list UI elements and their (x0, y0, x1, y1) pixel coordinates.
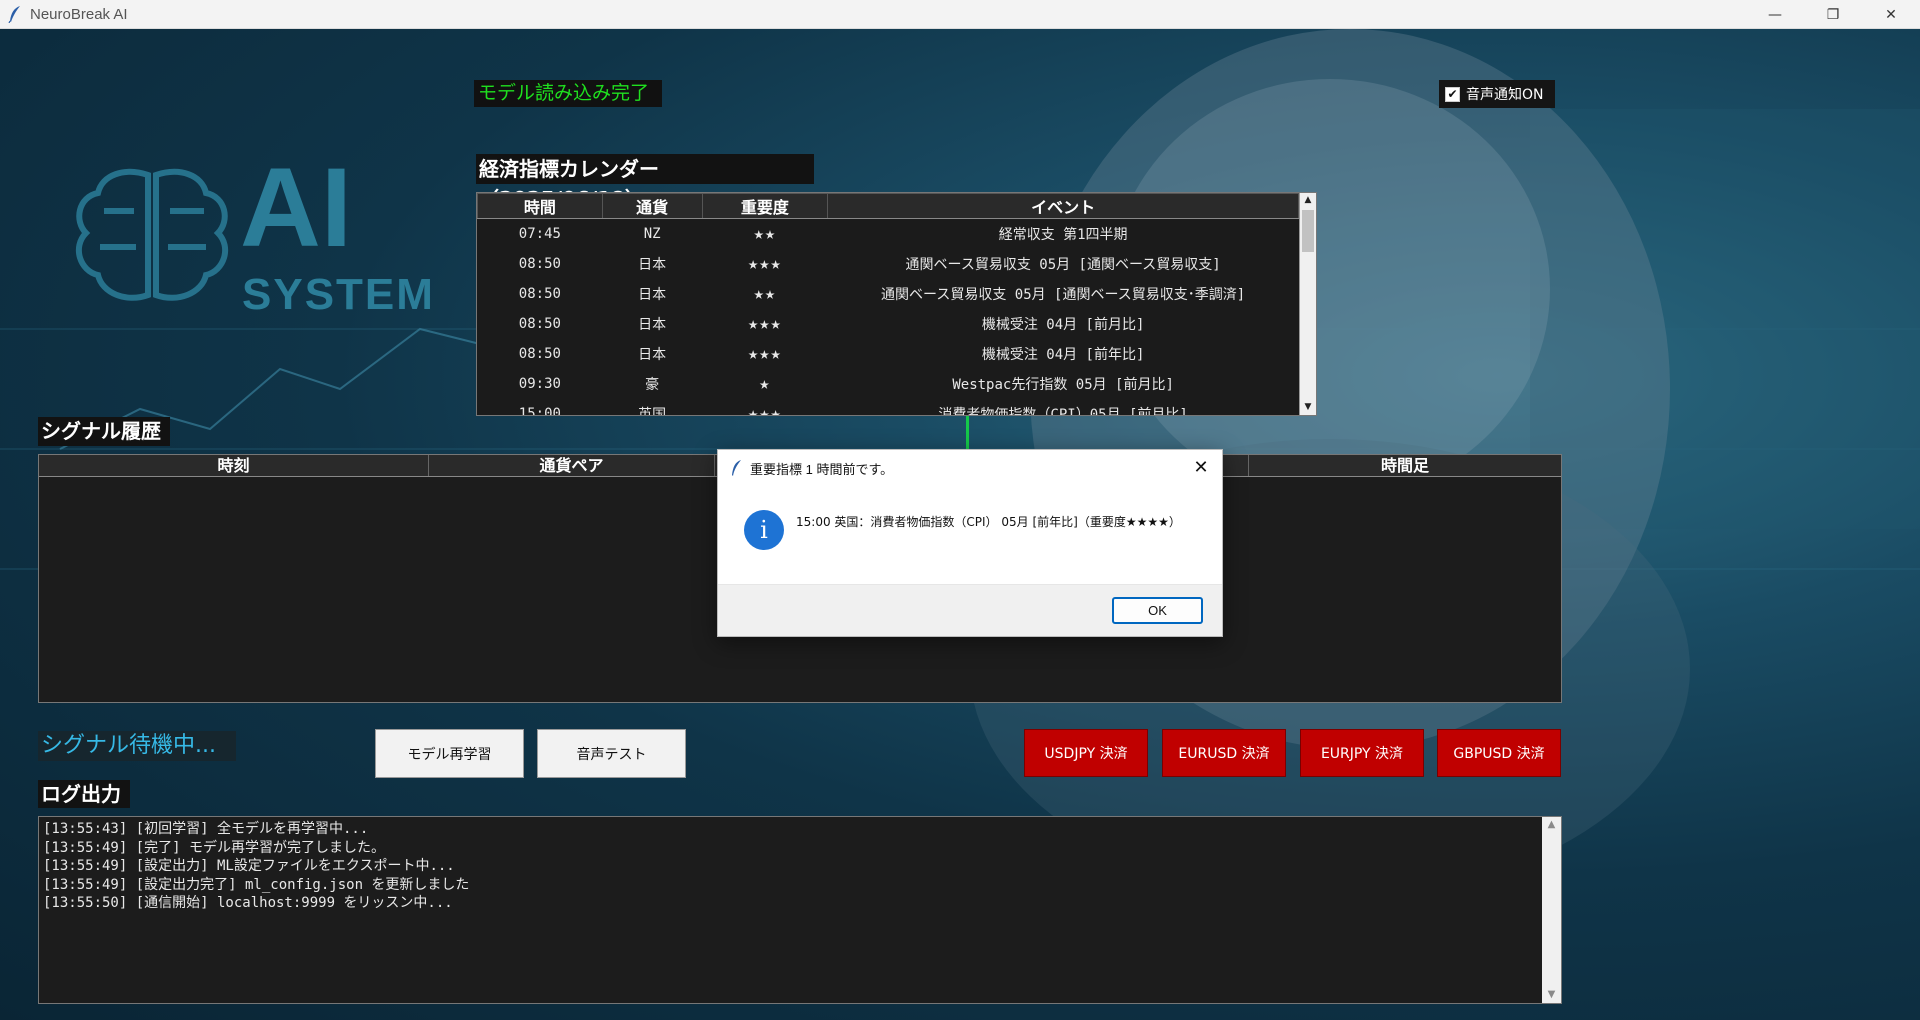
minimize-button[interactable]: — (1746, 0, 1804, 29)
cell-currency: 日本 (638, 316, 667, 333)
cell-event: 通関ベース貿易収支 05月 [通関ベース貿易収支] (905, 256, 1221, 273)
dialog-title-bar[interactable]: 重要指標 1 時間前です。 ✕ (718, 450, 1222, 486)
dialog-message: 15:00 英国：消費者物価指数（CPI） 05月 [前年比]（重要度★★★★） (796, 515, 1181, 529)
cell-importance: ★★★ (748, 403, 782, 416)
eurusd-settle-button[interactable]: EURUSD 決済 (1162, 729, 1286, 777)
calendar-row[interactable]: 09:30 豪 ★ Westpac先行指数 05月 [前月比] (478, 369, 1299, 399)
eurjpy-settle-button[interactable]: EURJPY 決済 (1300, 729, 1424, 777)
alert-dialog: 重要指標 1 時間前です。 ✕ i 15:00 英国：消費者物価指数（CPI） … (717, 449, 1223, 637)
cell-event: 機械受注 04月 [前月比] (981, 316, 1145, 333)
log-line: [13:55:50] [通信開始] localhost:9999 をリッスン中.… (43, 895, 453, 911)
window-title: NeuroBreak AI (30, 5, 128, 23)
cell-event: Westpac先行指数 05月 [前月比] (952, 376, 1174, 393)
log-line: [13:55:49] [完了] モデル再学習が完了しました。 (43, 839, 386, 856)
cell-importance: ★★★ (748, 343, 782, 364)
calendar-row[interactable]: 08:50 日本 ★★ 通関ベース貿易収支 05月 [通関ベース貿易収支･季調済] (478, 279, 1299, 309)
voice-notification-checkbox[interactable]: ✔ 音声通知ON (1439, 80, 1555, 108)
calendar-table: 時間 通貨 重要度 イベント 07:45 NZ ★★ 経常収支 第1四半期 08:50 日… (476, 192, 1317, 416)
cell-currency: 豪 (645, 376, 660, 393)
title-bar: NeuroBreak AI — ❐ ✕ (0, 0, 1920, 29)
signal-history-title: シグナル履歴 (38, 417, 170, 446)
log-scrollbar[interactable]: ▲ ▼ (1542, 817, 1561, 1003)
logo-system-text: SYSTEM (242, 270, 435, 319)
cell-currency: 日本 (638, 256, 667, 273)
scroll-up-icon[interactable]: ▲ (1300, 193, 1316, 208)
gbpusd-settle-button[interactable]: GBPUSD 決済 (1437, 729, 1561, 777)
feather-icon (8, 6, 20, 23)
cell-currency: 日本 (638, 346, 667, 363)
scroll-up-icon[interactable]: ▲ (1542, 817, 1561, 833)
connector-line (966, 416, 969, 450)
cell-importance: ★ (759, 373, 771, 394)
cell-time: 15:00 (518, 405, 561, 416)
col-event[interactable]: イベント (827, 193, 1299, 219)
logo-ai-text: AI (240, 145, 352, 270)
log-line: [13:55:43] [初回学習] 全モデルを再学習中... (43, 821, 369, 837)
cell-importance: ★★★ (748, 313, 782, 334)
cell-importance: ★★ (753, 283, 777, 304)
retrain-model-button[interactable]: モデル再学習 (375, 729, 524, 778)
col-signal-timeframe[interactable]: 時間足 (1249, 455, 1561, 476)
scroll-down-icon[interactable]: ▼ (1542, 987, 1561, 1003)
log-output-box[interactable]: [13:55:43] [初回学習] 全モデルを再学習中... [13:55:49]… (38, 816, 1562, 1004)
maximize-button[interactable]: ❐ (1804, 0, 1862, 29)
usdjpy-settle-button[interactable]: USDJPY 決済 (1024, 729, 1148, 777)
cell-event: 消費者物価指数（CPI）05月 [前月比] (938, 406, 1188, 416)
log-line: [13:55:49] [設定出力] ML設定ファイルをエクスポート中... (43, 858, 455, 874)
cell-currency: 日本 (638, 286, 667, 303)
cell-time: 08:50 (518, 255, 561, 272)
feather-icon (732, 460, 741, 476)
col-importance[interactable]: 重要度 (701, 193, 829, 219)
ok-button[interactable]: OK (1112, 597, 1203, 624)
brain-icon (75, 168, 229, 301)
cell-time: 09:30 (518, 375, 561, 392)
log-line: [13:55:49] [設定出力完了] ml_config.json を更新しま… (43, 876, 470, 893)
col-signal-pair[interactable]: 通貨ペア (429, 455, 715, 476)
log-output-title: ログ出力 (38, 780, 130, 808)
dialog-title: 重要指標 1 時間前です。 (750, 461, 894, 477)
calendar-row[interactable]: 07:45 NZ ★★ 経常収支 第1四半期 (478, 219, 1299, 249)
calendar-row[interactable]: 08:50 日本 ★★★ 機械受注 04月 [前年比] (478, 339, 1299, 369)
cell-time: 08:50 (518, 315, 561, 332)
cell-currency: NZ (643, 225, 661, 242)
col-time[interactable]: 時間 (477, 193, 603, 219)
col-signal-time[interactable]: 時刻 (39, 455, 429, 476)
col-currency[interactable]: 通貨 (601, 193, 703, 219)
cell-event: 通関ベース貿易収支 05月 [通関ベース貿易収支･季調済] (881, 286, 1246, 303)
calendar-row[interactable]: 08:50 日本 ★★★ 通関ベース貿易収支 05月 [通関ベース貿易収支] (478, 249, 1299, 279)
info-icon: i (744, 510, 784, 550)
scroll-thumb[interactable] (1302, 210, 1314, 252)
cell-time: 07:45 (518, 225, 561, 242)
close-button[interactable]: ✕ (1862, 0, 1920, 29)
calendar-title: 経済指標カレンダー（2025/06/18） (476, 154, 814, 211)
cell-event: 機械受注 04月 [前年比] (981, 346, 1145, 363)
cell-time: 08:50 (518, 285, 561, 302)
model-status-label: モデル読み込み完了 (474, 80, 662, 107)
voice-test-button[interactable]: 音声テスト (537, 729, 686, 778)
cell-importance: ★★ (753, 223, 777, 244)
calendar-scrollbar[interactable]: ▲ ▼ (1299, 193, 1316, 415)
cell-event: 経常収支 第1四半期 (998, 226, 1128, 243)
signal-status-label: シグナル待機中... (38, 731, 236, 761)
cell-currency: 英国 (638, 406, 667, 416)
voice-notification-label: 音声通知ON (1466, 87, 1544, 103)
checkbox-check-icon[interactable]: ✔ (1445, 86, 1460, 102)
scroll-down-icon[interactable]: ▼ (1300, 400, 1316, 415)
cell-importance: ★★★ (748, 253, 782, 274)
cell-time: 08:50 (518, 345, 561, 362)
dialog-close-icon[interactable]: ✕ (1192, 458, 1210, 476)
calendar-row[interactable]: 15:00 英国 ★★★ 消費者物価指数（CPI）05月 [前月比] (478, 399, 1299, 416)
calendar-row[interactable]: 08:50 日本 ★★★ 機械受注 04月 [前月比] (478, 309, 1299, 339)
